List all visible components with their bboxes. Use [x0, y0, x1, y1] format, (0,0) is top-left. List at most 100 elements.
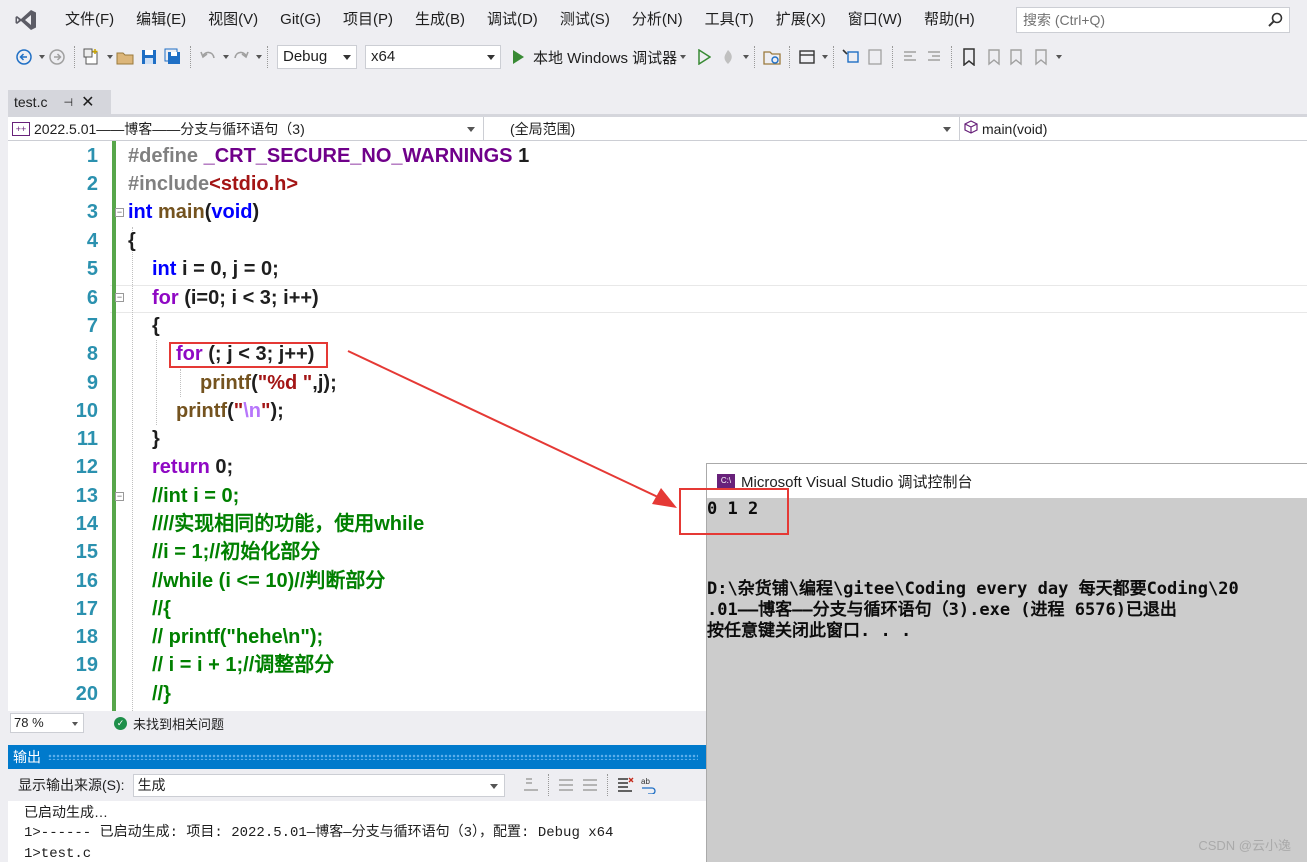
editor-status-bar: 78 % ✓ 未找到相关问题	[8, 711, 706, 735]
c-file-icon: ++	[12, 121, 30, 136]
output-source-select[interactable]: 生成	[132, 773, 505, 797]
platform-value: x64	[371, 48, 396, 65]
indent-guide	[132, 227, 133, 711]
line-number: 12	[75, 456, 98, 478]
save-icon[interactable]	[139, 45, 159, 69]
chevron-down-icon[interactable]	[822, 55, 829, 59]
code-line-17: //{	[152, 598, 171, 620]
chevron-down-icon[interactable]	[680, 55, 687, 59]
indent-guide	[180, 369, 181, 397]
zoom-level-select[interactable]: 78 %	[10, 713, 84, 733]
line-number: 18	[75, 626, 98, 648]
code-line-14: ////实现相同的功能，使用while	[152, 513, 425, 535]
menu-tools[interactable]: 工具(T)	[694, 0, 765, 40]
find-icon[interactable]	[865, 45, 885, 69]
chevron-down-icon[interactable]	[39, 55, 45, 59]
code-line-5: int i = 0, j = 0;	[152, 258, 279, 280]
redo-icon[interactable]	[231, 45, 251, 69]
uncomment-icon[interactable]	[924, 45, 944, 69]
search-placeholder: 搜索 (Ctrl+Q)	[1023, 12, 1106, 28]
chevron-down-icon[interactable]	[743, 55, 750, 59]
menu-file[interactable]: 文件(F)	[54, 0, 125, 40]
start-debugging-button[interactable]: 本地 Windows 调试器	[511, 47, 687, 68]
line-number: 7	[86, 315, 98, 337]
clear-all-icon[interactable]	[615, 773, 635, 797]
line-number: 8	[86, 343, 98, 365]
line-number: 4	[86, 230, 98, 252]
save-all-icon[interactable]	[163, 45, 183, 69]
previous-bookmark-icon[interactable]	[983, 45, 1003, 69]
solution-explorer-icon[interactable]	[762, 45, 782, 69]
line-number: 6	[86, 287, 98, 309]
bookmark-icon[interactable]	[959, 45, 979, 69]
window-layout-icon[interactable]	[797, 45, 817, 69]
issues-status[interactable]: 未找到相关问题	[133, 714, 224, 733]
code-line-7: {	[152, 315, 160, 337]
menu-debug[interactable]: 调试(D)	[476, 0, 549, 40]
chevron-down-icon	[943, 127, 951, 132]
menu-view[interactable]: 视图(V)	[197, 0, 269, 40]
code-line-9: printf("%d ",j);	[200, 372, 337, 394]
play-icon	[513, 50, 524, 64]
go-to-previous-message-icon[interactable]	[556, 773, 576, 797]
solution-configuration-select[interactable]: Debug	[277, 45, 357, 69]
collapse-icon[interactable]: −	[115, 293, 124, 302]
annotation-highlight-box	[169, 342, 328, 368]
new-project-icon[interactable]	[82, 45, 102, 69]
debug-console-window[interactable]: C:\ Microsoft Visual Studio 调试控制台 0 1 2 …	[706, 463, 1307, 862]
line-number: 1	[86, 145, 98, 167]
navigate-forward-icon[interactable]	[47, 45, 67, 69]
output-text-area[interactable]: 已启动生成… 1>------ 已启动生成: 项目: 2022.5.01—博客—…	[8, 801, 706, 862]
chevron-down-icon[interactable]	[107, 55, 113, 59]
solution-platform-select[interactable]: x64	[365, 45, 501, 69]
clear-bookmarks-icon[interactable]	[1031, 45, 1051, 69]
chevron-down-icon	[343, 55, 351, 60]
output-toolbar: 显示输出来源(S): 生成 ab	[8, 769, 706, 801]
collapse-icon[interactable]: −	[115, 492, 124, 501]
chevron-down-icon[interactable]	[223, 55, 229, 59]
line-number: 14	[75, 513, 98, 535]
menu-build[interactable]: 生成(B)	[404, 0, 476, 40]
menu-git[interactable]: Git(G)	[269, 0, 332, 40]
menu-help[interactable]: 帮助(H)	[913, 0, 986, 40]
toolbar-separator	[833, 46, 835, 68]
menu-test[interactable]: 测试(S)	[549, 0, 621, 40]
hot-reload-icon[interactable]	[718, 45, 738, 69]
go-to-next-message-icon[interactable]	[580, 773, 600, 797]
chevron-down-icon[interactable]	[256, 55, 262, 59]
next-bookmark-icon[interactable]	[1007, 45, 1027, 69]
watermark: CSDN @云小逸	[1198, 838, 1291, 853]
comment-out-icon[interactable]	[900, 45, 920, 69]
line-number: 9	[86, 372, 98, 394]
menu-extensions[interactable]: 扩展(X)	[765, 0, 837, 40]
find-message-icon[interactable]	[521, 773, 541, 797]
step-into-icon[interactable]	[841, 45, 861, 69]
search-icon[interactable]	[1267, 11, 1283, 35]
code-line-18: // printf("hehe\n");	[152, 626, 324, 648]
visual-studio-logo-icon[interactable]	[12, 6, 40, 34]
undo-icon[interactable]	[198, 45, 218, 69]
collapse-icon[interactable]: −	[115, 208, 124, 217]
pin-icon[interactable]: ⊣	[63, 96, 73, 109]
menu-window[interactable]: 窗口(W)	[837, 0, 913, 40]
close-icon[interactable]: ✕	[81, 92, 94, 112]
line-number: 11	[76, 428, 98, 450]
menu-analyze[interactable]: 分析(N)	[621, 0, 694, 40]
console-body[interactable]: 0 1 2 D:\杂货铺\编程\gitee\Coding every day 每…	[707, 498, 1307, 862]
navigate-back-icon[interactable]	[14, 45, 34, 69]
document-tab-test-c[interactable]: test.c ⊣ ✕	[8, 90, 111, 114]
project-dropdown[interactable]: ++ 2022.5.01——博客——分支与循环语句（3)	[8, 117, 484, 140]
output-source-label: 显示输出来源(S):	[18, 777, 125, 793]
start-without-debugging-icon[interactable]	[694, 45, 714, 69]
member-dropdown[interactable]: main(void)	[960, 117, 1307, 140]
menu-edit[interactable]: 编辑(E)	[125, 0, 197, 40]
scope-dropdown[interactable]: (全局范围)	[484, 117, 960, 140]
search-input[interactable]: 搜索 (Ctrl+Q)	[1016, 7, 1290, 33]
line-number: 3	[86, 201, 98, 223]
chevron-down-icon[interactable]	[1056, 55, 1063, 59]
console-title-bar[interactable]: C:\ Microsoft Visual Studio 调试控制台	[707, 464, 1307, 498]
menu-project[interactable]: 项目(P)	[332, 0, 404, 40]
open-folder-icon[interactable]	[115, 45, 135, 69]
word-wrap-icon[interactable]: ab	[639, 773, 659, 797]
output-panel-header[interactable]: 输出	[8, 745, 706, 769]
